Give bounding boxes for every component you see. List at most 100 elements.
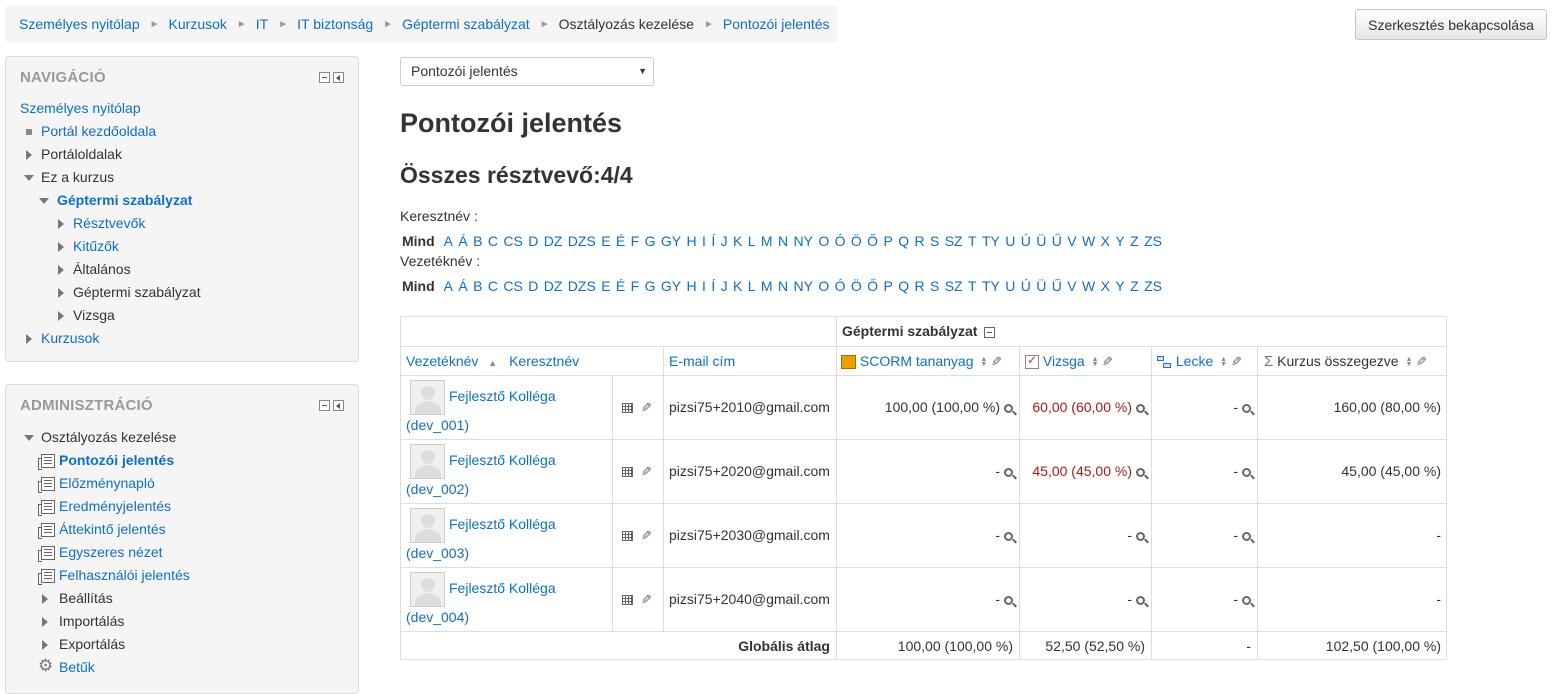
initial-letter[interactable]: Í: [711, 278, 715, 294]
initial-letter[interactable]: W: [1082, 233, 1095, 249]
initial-letter[interactable]: Z: [1130, 278, 1139, 294]
sort-icon[interactable]: ▲ ▼: [1405, 356, 1412, 368]
avatar[interactable]: [410, 508, 445, 543]
admin-setup[interactable]: Beállítás: [59, 589, 113, 607]
grade-exam[interactable]: -: [1127, 527, 1132, 543]
user-username-link[interactable]: (dev_004): [406, 609, 469, 625]
user-report-icon[interactable]: [622, 403, 633, 413]
collapse-category-icon[interactable]: [984, 326, 996, 338]
nav-badges[interactable]: Kitűzők: [73, 237, 119, 255]
search-icon[interactable]: [1242, 531, 1251, 541]
initial-letter[interactable]: F: [631, 278, 640, 294]
search-icon[interactable]: [1136, 467, 1145, 477]
initial-letter[interactable]: J: [721, 278, 728, 294]
initial-all[interactable]: Mind: [402, 233, 435, 249]
admin-outcomes-report[interactable]: Eredményjelentés: [59, 497, 171, 515]
user-fullname-link[interactable]: Fejlesztő Kolléga: [449, 452, 556, 468]
initial-letter[interactable]: A: [444, 233, 453, 249]
edit-icon[interactable]: ✎: [641, 400, 652, 416]
grade-exam[interactable]: -: [1127, 591, 1132, 607]
initial-letter[interactable]: Ű: [1052, 233, 1062, 249]
dock-icon[interactable]: [333, 400, 344, 411]
nav-general[interactable]: Általános: [73, 260, 131, 278]
initial-letter[interactable]: K: [733, 278, 742, 294]
initial-letter[interactable]: M: [761, 278, 773, 294]
nav-courses[interactable]: Kurzusok: [41, 329, 99, 347]
admin-overview-report[interactable]: Áttekintő jelentés: [59, 520, 166, 538]
initial-letter[interactable]: F: [631, 233, 640, 249]
initial-letter[interactable]: Ó: [835, 278, 846, 294]
initial-letter[interactable]: X: [1101, 278, 1110, 294]
lesson-column-link[interactable]: Lecke: [1176, 353, 1213, 369]
initial-letter[interactable]: R: [914, 233, 924, 249]
grade-scorm[interactable]: -: [995, 527, 1000, 543]
initial-letter[interactable]: DZ: [544, 233, 563, 249]
sort-icon[interactable]: ▲ ▼: [1092, 356, 1099, 368]
nav-course[interactable]: Géptermi szabályzat: [57, 191, 192, 209]
initial-letter[interactable]: Í: [711, 233, 715, 249]
sort-icon[interactable]: ▲ ▼: [980, 356, 987, 368]
search-icon[interactable]: [1004, 467, 1013, 477]
edit-icon[interactable]: ✎: [641, 592, 652, 608]
expand-icon[interactable]: [58, 311, 64, 322]
admin-export[interactable]: Exportálás: [59, 635, 125, 653]
user-fullname-link[interactable]: Fejlesztő Kolléga: [449, 580, 556, 596]
user-report-icon[interactable]: [622, 467, 633, 477]
search-icon[interactable]: [1242, 403, 1251, 413]
expand-icon[interactable]: [42, 640, 48, 651]
initial-letter[interactable]: G: [645, 278, 656, 294]
user-fullname-link[interactable]: Fejlesztő Kolléga: [449, 516, 556, 532]
initial-letter[interactable]: P: [883, 233, 892, 249]
edit-icon[interactable]: ✎: [991, 354, 1002, 370]
grade-scorm[interactable]: -: [995, 591, 1000, 607]
initial-letter[interactable]: Ü: [1036, 278, 1046, 294]
initial-letter[interactable]: B: [473, 233, 482, 249]
edit-icon[interactable]: ✎: [641, 464, 652, 480]
breadcrumb-home[interactable]: Személyes nyitólap: [19, 16, 140, 32]
search-icon[interactable]: [1004, 595, 1013, 605]
initial-letter[interactable]: Ú: [1021, 278, 1031, 294]
user-report-icon[interactable]: [622, 595, 633, 605]
search-icon[interactable]: [1136, 595, 1145, 605]
initial-letter[interactable]: T: [968, 278, 977, 294]
search-icon[interactable]: [1136, 403, 1145, 413]
initial-letter[interactable]: Z: [1130, 233, 1139, 249]
collapse-icon[interactable]: [319, 400, 330, 411]
initial-letter[interactable]: U: [1005, 278, 1015, 294]
initial-letter[interactable]: O: [818, 278, 829, 294]
initial-letter[interactable]: H: [687, 233, 697, 249]
initial-letter[interactable]: O: [818, 233, 829, 249]
grade-lesson[interactable]: -: [1233, 591, 1238, 607]
collapse-tree-icon[interactable]: [24, 175, 34, 182]
search-icon[interactable]: [1004, 531, 1013, 541]
initial-letter[interactable]: Ö: [851, 233, 862, 249]
initial-letter[interactable]: L: [748, 233, 756, 249]
initial-letter[interactable]: V: [1067, 233, 1076, 249]
initial-letter[interactable]: R: [914, 278, 924, 294]
initial-letter[interactable]: DZS: [568, 233, 596, 249]
breadcrumb-it[interactable]: IT: [256, 16, 268, 32]
search-icon[interactable]: [1004, 403, 1013, 413]
admin-grades[interactable]: Osztályozás kezelése: [41, 428, 176, 446]
initial-letter[interactable]: Y: [1115, 233, 1124, 249]
initial-letter[interactable]: N: [778, 278, 788, 294]
initial-letter[interactable]: I: [702, 233, 706, 249]
expand-icon[interactable]: [26, 334, 32, 345]
nav-home[interactable]: Személyes nyitólap: [20, 99, 141, 117]
initial-letter[interactable]: U: [1005, 233, 1015, 249]
initial-letter[interactable]: B: [473, 278, 482, 294]
initial-letter[interactable]: T: [968, 233, 977, 249]
edit-icon[interactable]: ✎: [1102, 354, 1113, 370]
search-icon[interactable]: [1242, 467, 1251, 477]
initial-letter[interactable]: Ő: [867, 233, 878, 249]
initial-letter[interactable]: Ö: [851, 278, 862, 294]
initial-letter[interactable]: Ő: [867, 278, 878, 294]
initial-letter[interactable]: TY: [982, 278, 1000, 294]
user-username-link[interactable]: (dev_002): [406, 481, 469, 497]
initial-letter[interactable]: Ó: [835, 233, 846, 249]
initial-letter[interactable]: N: [778, 233, 788, 249]
initial-letter[interactable]: É: [616, 278, 625, 294]
initial-letter[interactable]: DZ: [544, 278, 563, 294]
initial-letter[interactable]: SZ: [945, 233, 963, 249]
grade-scorm[interactable]: 100,00 (100,00 %): [885, 399, 1000, 415]
